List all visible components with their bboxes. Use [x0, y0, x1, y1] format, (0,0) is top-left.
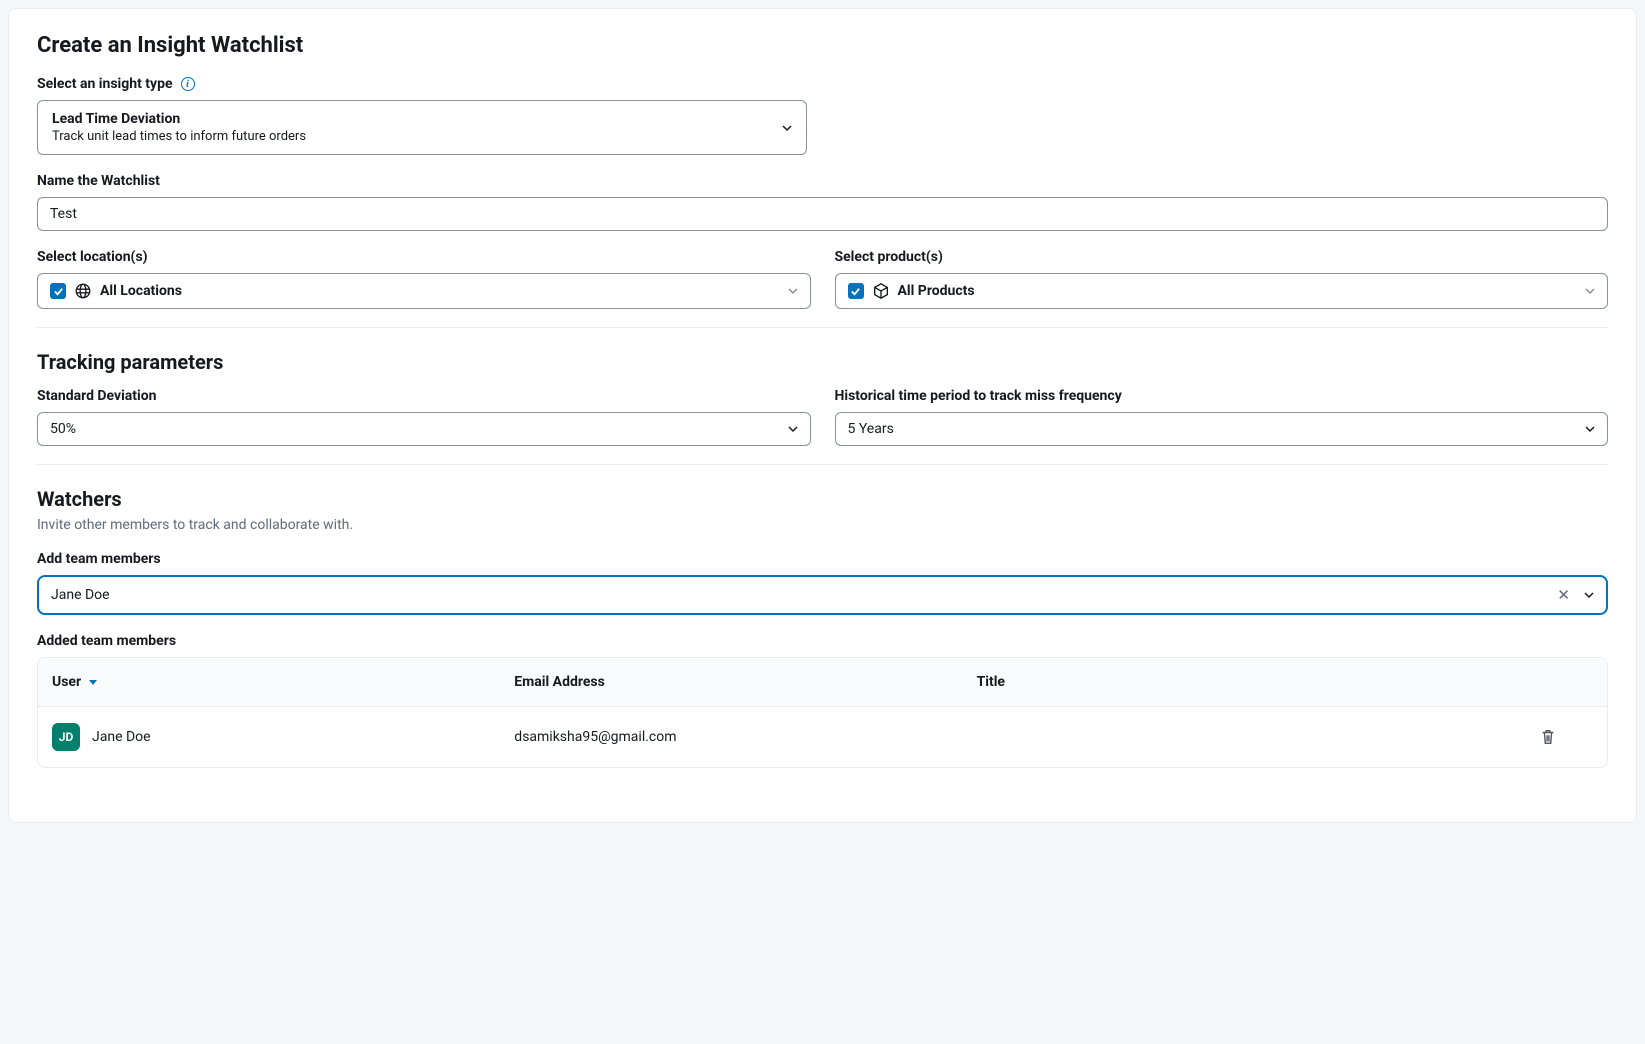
col-email[interactable]: Email Address: [514, 674, 976, 690]
added-members-field: Added team members User Email Address Ti…: [37, 633, 1608, 768]
watchlist-name-label: Name the Watchlist: [37, 173, 1608, 189]
locations-select[interactable]: All Locations: [37, 273, 811, 309]
historical-value: 5 Years: [848, 421, 894, 437]
add-members-value: Jane Doe: [51, 587, 110, 603]
user-name: Jane Doe: [92, 729, 151, 745]
clear-icon[interactable]: ✕: [1557, 588, 1570, 603]
watchlist-name-input[interactable]: [50, 206, 1595, 222]
stddev-field: Standard Deviation 50%: [37, 388, 811, 446]
combo-actions: ✕: [1557, 588, 1594, 603]
add-members-label: Add team members: [37, 551, 1608, 567]
locations-value: All Locations: [100, 283, 182, 299]
watchers-section: Watchers Invite other members to track a…: [37, 487, 1608, 533]
divider: [37, 464, 1608, 465]
insight-type-description: Track unit lead times to inform future o…: [52, 129, 306, 144]
watchlist-name-field: Name the Watchlist: [37, 173, 1608, 231]
products-checkbox[interactable]: [848, 283, 864, 299]
tracking-section: Tracking parameters: [37, 350, 1608, 374]
stddev-select[interactable]: 50%: [37, 412, 811, 446]
col-title[interactable]: Title: [977, 674, 1439, 690]
chevron-down-icon[interactable]: [1584, 590, 1594, 600]
col-title-label: Title: [977, 674, 1005, 690]
info-icon[interactable]: i: [181, 77, 195, 91]
historical-field: Historical time period to track miss fre…: [835, 388, 1609, 446]
add-members-combo[interactable]: Jane Doe ✕: [37, 575, 1608, 615]
historical-select[interactable]: 5 Years: [835, 412, 1609, 446]
col-user[interactable]: User: [52, 674, 514, 690]
insight-type-label-text: Select an insight type: [37, 76, 173, 92]
table-row: JD Jane Doe dsamiksha95@gmail.com: [38, 707, 1607, 767]
products-select-content: All Products: [848, 282, 975, 300]
chevron-down-icon: [1585, 424, 1595, 434]
chevron-down-icon: [782, 123, 792, 133]
tracking-row: Standard Deviation 50% Historical time p…: [37, 388, 1608, 446]
col-user-label: User: [52, 674, 81, 690]
location-product-row: Select location(s) All Locations: [37, 249, 1608, 309]
stddev-value: 50%: [50, 421, 76, 437]
user-email: dsamiksha95@gmail.com: [514, 729, 976, 745]
products-field: Select product(s) All Products: [835, 249, 1609, 309]
divider: [37, 327, 1608, 328]
sort-desc-icon: [89, 680, 97, 685]
chevron-down-icon: [1585, 286, 1595, 296]
insight-type-field: Select an insight type i Lead Time Devia…: [37, 76, 1608, 155]
chevron-down-icon: [788, 286, 798, 296]
products-select[interactable]: All Products: [835, 273, 1609, 309]
insight-type-label: Select an insight type i: [37, 76, 1608, 92]
members-table: User Email Address Title JD Jane Doe dsa…: [37, 657, 1608, 768]
page-container: Create an Insight Watchlist Select an in…: [8, 8, 1637, 823]
insight-type-select-text: Lead Time Deviation Track unit lead time…: [52, 111, 306, 144]
products-label: Select product(s): [835, 249, 1609, 265]
chevron-down-icon: [788, 424, 798, 434]
watchlist-name-input-wrap: [37, 197, 1608, 231]
package-icon: [872, 282, 890, 300]
added-members-label: Added team members: [37, 633, 1608, 649]
user-cell: JD Jane Doe: [52, 723, 514, 751]
locations-label: Select location(s): [37, 249, 811, 265]
tracking-heading: Tracking parameters: [37, 350, 1608, 374]
locations-field: Select location(s) All Locations: [37, 249, 811, 309]
table-header: User Email Address Title: [38, 658, 1607, 707]
stddev-label: Standard Deviation: [37, 388, 811, 404]
globe-icon: [74, 282, 92, 300]
insight-type-select[interactable]: Lead Time Deviation Track unit lead time…: [37, 100, 807, 155]
delete-row-button[interactable]: [1439, 728, 1593, 746]
locations-select-content: All Locations: [50, 282, 182, 300]
avatar: JD: [52, 723, 80, 751]
insight-type-selected: Lead Time Deviation: [52, 111, 306, 127]
watchers-subtext: Invite other members to track and collab…: [37, 517, 1608, 533]
page-title: Create an Insight Watchlist: [37, 33, 1608, 58]
products-value: All Products: [898, 283, 975, 299]
watchers-heading: Watchers: [37, 487, 1608, 511]
locations-checkbox[interactable]: [50, 283, 66, 299]
col-email-label: Email Address: [514, 674, 605, 690]
historical-label: Historical time period to track miss fre…: [835, 388, 1609, 404]
add-members-field: Add team members Jane Doe ✕: [37, 551, 1608, 615]
